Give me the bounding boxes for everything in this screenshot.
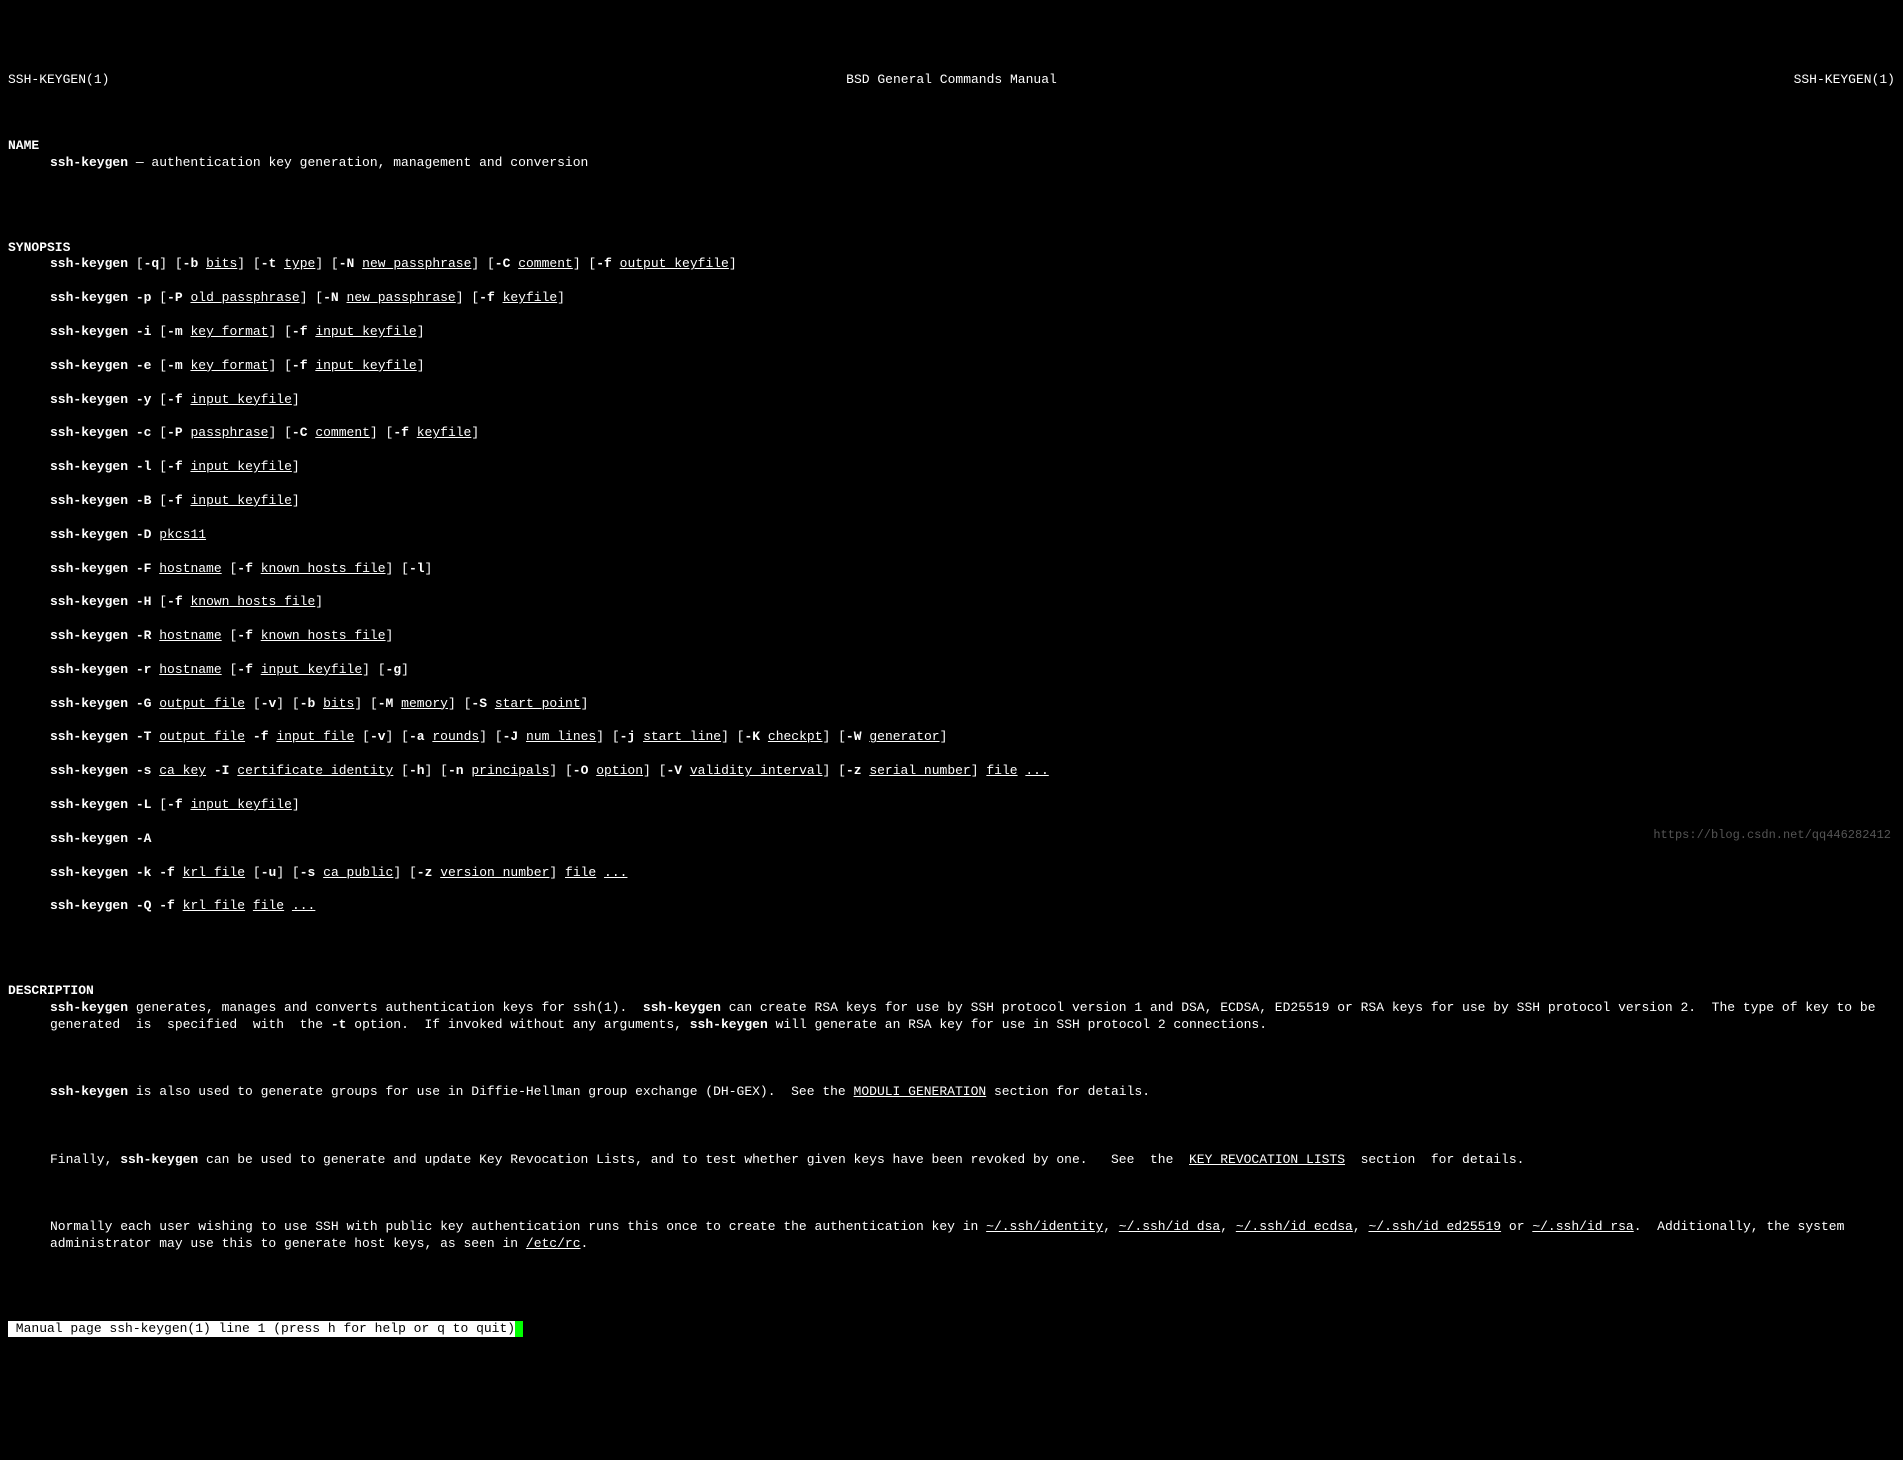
syn-line: ssh-keygen -k -f krl_file [-u] [-s ca_pu…: [8, 865, 1895, 882]
syn-line: ssh-keygen -i [-m key_format] [-f input_…: [8, 324, 1895, 341]
desc-para: ssh-keygen generates, manages and conver…: [8, 1000, 1895, 1034]
syn-line: ssh-keygen -c [-P passphrase] [-C commen…: [8, 425, 1895, 442]
syn-line: ssh-keygen -A: [8, 831, 1895, 848]
syn-line: ssh-keygen -B [-f input_keyfile]: [8, 493, 1895, 510]
syn-line: ssh-keygen -G output_file [-v] [-b bits]…: [8, 696, 1895, 713]
syn-line: ssh-keygen -D pkcs11: [8, 527, 1895, 544]
man-header: SSH-KEYGEN(1) BSD General Commands Manua…: [8, 72, 1895, 89]
desc-para: Normally each user wishing to use SSH wi…: [8, 1219, 1895, 1253]
syn-line: ssh-keygen -L [-f input_keyfile]: [8, 797, 1895, 814]
cursor: [515, 1321, 523, 1338]
syn-line: ssh-keygen -R hostname [-f known_hosts_f…: [8, 628, 1895, 645]
status-text: Manual page ssh-keygen(1) line 1 (press …: [8, 1321, 515, 1338]
desc-para: ssh-keygen is also used to generate grou…: [8, 1084, 1895, 1101]
synopsis-section: SYNOPSIS ssh-keygen [-q] [-b bits] [-t t…: [8, 240, 1895, 933]
description-section: DESCRIPTION ssh-keygen generates, manage…: [8, 983, 1895, 1270]
desc-para: Finally, ssh-keygen can be used to gener…: [8, 1152, 1895, 1169]
syn-line: ssh-keygen -p [-P old_passphrase] [-N ne…: [8, 290, 1895, 307]
section-title-name: NAME: [8, 138, 39, 153]
header-left: SSH-KEYGEN(1): [8, 72, 109, 89]
header-center: BSD General Commands Manual: [846, 72, 1057, 89]
section-title-description: DESCRIPTION: [8, 983, 94, 998]
syn-line: ssh-keygen -F hostname [-f known_hosts_f…: [8, 561, 1895, 578]
name-desc: — authentication key generation, managem…: [128, 155, 588, 170]
name-section: NAME ssh-keygen — authentication key gen…: [8, 138, 1895, 189]
syn-line: ssh-keygen -l [-f input_keyfile]: [8, 459, 1895, 476]
syn-line: ssh-keygen [-q] [-b bits] [-t type] [-N …: [8, 256, 1895, 273]
syn-line: ssh-keygen -y [-f input_keyfile]: [8, 392, 1895, 409]
syn-line: ssh-keygen -e [-m key_format] [-f input_…: [8, 358, 1895, 375]
syn-line: ssh-keygen -r hostname [-f input_keyfile…: [8, 662, 1895, 679]
watermark: https://blog.csdn.net/qq446282412: [1653, 828, 1891, 844]
section-title-synopsis: SYNOPSIS: [8, 240, 70, 255]
header-right: SSH-KEYGEN(1): [1794, 72, 1895, 89]
syn-line: ssh-keygen -Q -f krl_file file ...: [8, 898, 1895, 915]
status-bar[interactable]: Manual page ssh-keygen(1) line 1 (press …: [8, 1321, 1895, 1338]
syn-line: ssh-keygen -s ca_key -I certificate_iden…: [8, 763, 1895, 780]
syn-line: ssh-keygen -T output_file -f input_file …: [8, 729, 1895, 746]
syn-line: ssh-keygen -H [-f known_hosts_file]: [8, 594, 1895, 611]
cmd-name: ssh-keygen: [50, 155, 128, 170]
